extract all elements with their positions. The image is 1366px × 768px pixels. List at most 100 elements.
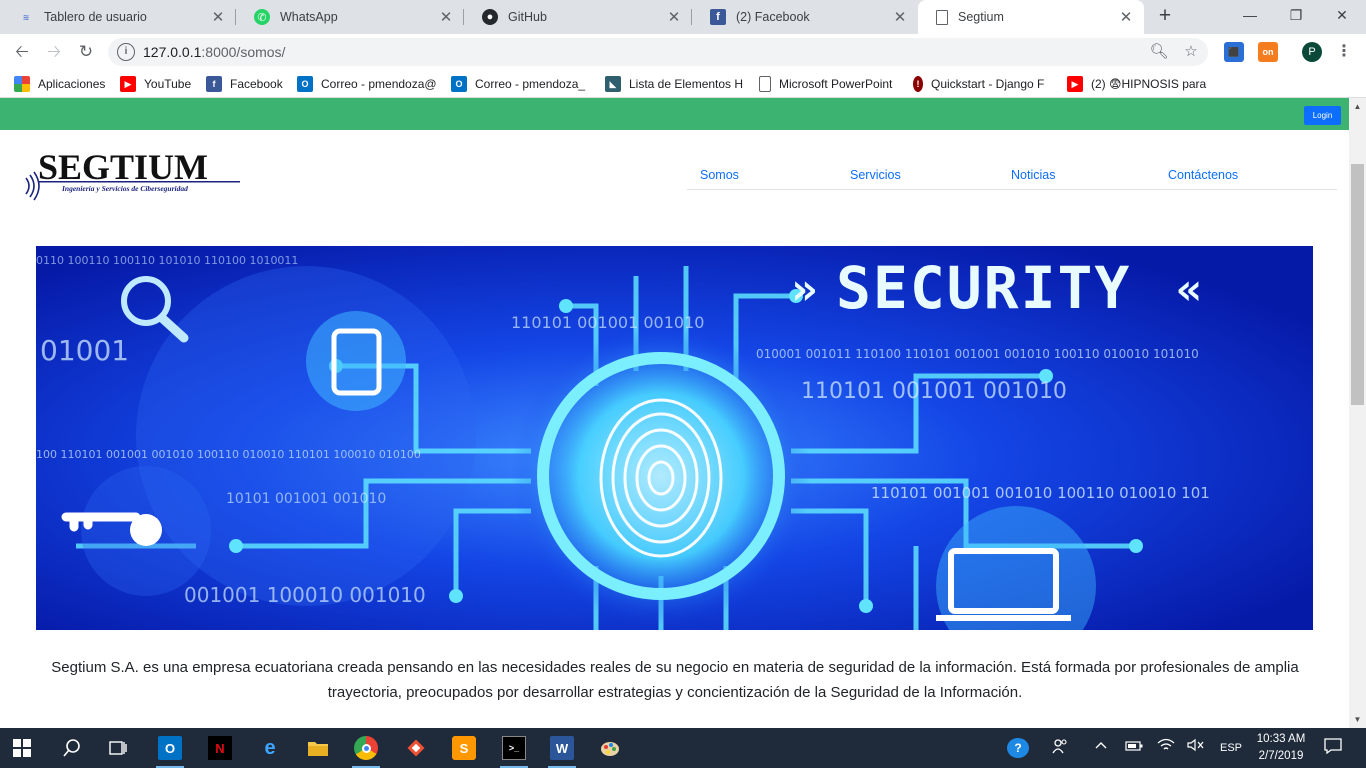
- url-path: :8000/somos/: [201, 44, 286, 60]
- top-green-bar: Login: [0, 98, 1349, 130]
- close-icon[interactable]: ✕: [662, 8, 686, 26]
- tablet-icon: [306, 311, 406, 411]
- language-indicator[interactable]: ESP: [1216, 738, 1246, 758]
- nav-servicios[interactable]: Servicios: [850, 168, 901, 182]
- netflix-icon[interactable]: N: [208, 736, 232, 760]
- page-scrollbar[interactable]: ▲ ▼: [1349, 98, 1366, 728]
- bookmark-django[interactable]: ! Quickstart - Django F: [913, 74, 1053, 94]
- close-icon[interactable]: ✕: [434, 8, 458, 26]
- git-icon[interactable]: [404, 736, 428, 760]
- tab-facebook[interactable]: f (2) Facebook ✕: [692, 0, 918, 34]
- apps-grid-icon: [14, 76, 30, 92]
- tab-github[interactable]: ● GitHub ✕: [464, 0, 692, 34]
- facebook-icon: f: [710, 9, 726, 25]
- bookmark-hipnosis[interactable]: ▶ (2) 😨HIPNOSIS para: [1067, 74, 1207, 94]
- reload-icon[interactable]: ↻: [74, 40, 98, 64]
- avatar[interactable]: P: [1302, 42, 1322, 62]
- bookmark-label: Lista de Elementos H: [629, 77, 744, 91]
- hero-banner: » SECURITY « 0110 100110 100110 101010 1…: [36, 246, 1313, 630]
- chrome-icon[interactable]: [354, 736, 378, 760]
- youtube-icon: ▶: [1067, 76, 1083, 92]
- close-window-button[interactable]: ✕: [1319, 0, 1365, 30]
- tab-whatsapp[interactable]: ✆ WhatsApp ✕: [236, 0, 464, 34]
- forward-arrow-icon[interactable]: 🡢: [42, 40, 66, 64]
- close-icon[interactable]: ✕: [206, 8, 230, 26]
- windows-start-icon[interactable]: [10, 736, 34, 760]
- page-icon: [936, 9, 948, 25]
- url-host: 127.0.0.1: [143, 44, 202, 60]
- volume-muted-icon[interactable]: [1186, 738, 1206, 758]
- terminal-icon[interactable]: >_: [502, 736, 526, 760]
- people-icon[interactable]: [1050, 738, 1070, 758]
- bookmark-correo-1[interactable]: O Correo - pmendoza@: [297, 74, 437, 94]
- scroll-up-arrow-icon[interactable]: ▲: [1349, 98, 1366, 115]
- bookmark-powerpoint[interactable]: Microsoft PowerPoint: [759, 74, 901, 94]
- segtium-logo[interactable]: SEGTIUM Ingeniería y Servicios de Cibers…: [24, 147, 244, 203]
- outlook-icon: O: [451, 76, 467, 92]
- maximize-button[interactable]: ❐: [1273, 0, 1319, 30]
- scroll-down-arrow-icon[interactable]: ▼: [1349, 711, 1366, 728]
- search-icon[interactable]: [60, 736, 84, 760]
- menu-dots-icon[interactable]: ⋮: [1334, 40, 1354, 64]
- intro-paragraph: Segtium S.A. es una empresa ecuatoriana …: [51, 659, 1299, 701]
- sublime-icon[interactable]: S: [452, 736, 476, 760]
- scroll-thumb[interactable]: [1351, 164, 1364, 405]
- battery-icon[interactable]: [1124, 738, 1144, 758]
- login-button[interactable]: Login: [1304, 106, 1341, 125]
- word-icon[interactable]: W: [550, 736, 574, 760]
- svg-text:110101 001001 001010: 110101 001001 001010: [511, 313, 704, 332]
- svg-text:10101 001001 001010: 10101 001001 001010: [226, 491, 386, 507]
- extension-icon[interactable]: ⬛: [1224, 42, 1244, 62]
- edge-icon[interactable]: e: [258, 736, 282, 760]
- tab-segtium[interactable]: Segtium ✕: [918, 0, 1144, 34]
- notifications-icon[interactable]: [1322, 738, 1344, 758]
- tab-tablero[interactable]: ≋ Tablero de usuario ✕: [0, 0, 236, 34]
- close-icon[interactable]: ✕: [1114, 8, 1138, 26]
- taskbar-clock[interactable]: 10:33 AM 2/7/2019: [1250, 731, 1312, 765]
- bookmark-label: Correo - pmendoza@: [321, 77, 437, 91]
- help-icon[interactable]: ?: [1007, 738, 1029, 758]
- site-info-icon[interactable]: i: [117, 43, 135, 61]
- bookmark-correo-2[interactable]: O Correo - pmendoza_: [451, 74, 591, 94]
- facebook-icon: f: [206, 76, 222, 92]
- hero-title: SECURITY: [836, 254, 1131, 322]
- outlook-icon[interactable]: O: [158, 736, 182, 760]
- zoom-icon[interactable]: 🔍︎: [1148, 41, 1170, 63]
- minimize-button[interactable]: —: [1227, 0, 1273, 30]
- new-tab-button[interactable]: +: [1153, 4, 1177, 28]
- tab-title: Segtium: [958, 10, 1004, 24]
- bookmark-label: Aplicaciones: [38, 77, 106, 91]
- back-arrow-icon[interactable]: 🡠: [10, 40, 34, 64]
- clock-date: 2/7/2019: [1258, 750, 1304, 762]
- nav-contactenos[interactable]: Contáctenos: [1168, 168, 1238, 182]
- bookmark-aplicaciones[interactable]: Aplicaciones: [14, 74, 114, 94]
- extension-badge: on: [1262, 47, 1274, 57]
- task-view-icon[interactable]: [106, 736, 130, 760]
- nav-somos[interactable]: Somos: [700, 168, 739, 182]
- bookmark-youtube[interactable]: ▶ YouTube: [120, 74, 198, 94]
- nav-noticias[interactable]: Noticias: [1011, 168, 1055, 182]
- github-icon: ●: [482, 9, 498, 25]
- logo-tagline: Ingeniería y Servicios de Ciberseguridad: [61, 184, 188, 193]
- django-icon: !: [913, 76, 923, 92]
- svg-text:010001 001011 110100 110101 00: 010001 001011 110100 110101 001001 00101…: [756, 347, 1199, 361]
- svg-text:110101 001001 001010: 110101 001001 001010: [801, 379, 1067, 404]
- bookmark-star-icon[interactable]: ☆: [1180, 41, 1202, 63]
- segtium-favicon: ≋: [22, 12, 30, 22]
- extension-on-icon[interactable]: on: [1258, 42, 1278, 62]
- chrome-center: [361, 743, 371, 753]
- address-url[interactable]: 127.0.0.1:8000/somos/: [143, 44, 285, 60]
- address-bar[interactable]: i 127.0.0.1:8000/somos/ 🔍︎ ☆: [108, 38, 1208, 66]
- svg-text:110101 001001 001010 100110 01: 110101 001001 001010 100110 010010 101: [871, 484, 1210, 502]
- close-icon[interactable]: ✕: [888, 8, 912, 26]
- file-explorer-icon[interactable]: [306, 736, 330, 760]
- whatsapp-icon: ✆: [254, 9, 270, 25]
- bookmark-facebook[interactable]: f Facebook: [206, 74, 290, 94]
- svg-text:001001 100010 001010: 001001 100010 001010: [184, 583, 426, 607]
- wifi-icon[interactable]: [1156, 738, 1176, 758]
- paint-icon[interactable]: [598, 736, 622, 760]
- chevron-up-icon[interactable]: [1092, 738, 1110, 758]
- security-illustration: » SECURITY « 0110 100110 100110 101010 1…: [36, 246, 1313, 630]
- document-icon: [759, 76, 771, 92]
- bookmark-lista-elementos[interactable]: ◣ Lista de Elementos H: [605, 74, 745, 94]
